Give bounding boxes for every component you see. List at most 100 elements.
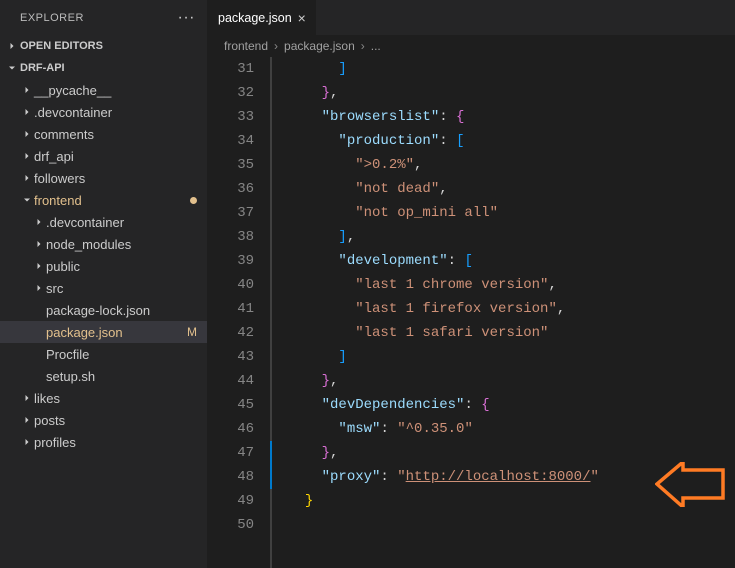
tree-folder[interactable]: drf_api <box>0 145 207 167</box>
chevron-right-icon <box>32 238 46 250</box>
line-number: 38 <box>208 225 254 249</box>
chevron-right-icon <box>4 40 20 52</box>
code-line[interactable]: "not op_mini all" <box>288 201 735 225</box>
tree-item-label: followers <box>34 171 207 186</box>
code-line[interactable]: "browserslist": { <box>288 105 735 129</box>
root-folder-section[interactable]: DRF-API <box>0 57 207 79</box>
code-content[interactable]: ] }, "browserslist": { "production": [ "… <box>270 57 735 568</box>
tree-item-label: Procfile <box>46 347 207 362</box>
tree-item-label: likes <box>34 391 207 406</box>
tree-folder[interactable]: __pycache__ <box>0 79 207 101</box>
chevron-right-icon <box>32 216 46 228</box>
tree-folder[interactable]: followers <box>0 167 207 189</box>
root-folder-name: DRF-API <box>20 62 65 74</box>
line-number: 44 <box>208 369 254 393</box>
chevron-right-icon <box>32 282 46 294</box>
tree-folder[interactable]: posts <box>0 409 207 431</box>
tree-item-label: public <box>46 259 207 274</box>
tree-item-label: comments <box>34 127 207 142</box>
chevron-right-icon <box>20 106 34 118</box>
tree-folder[interactable]: public <box>0 255 207 277</box>
code-line[interactable]: "proxy": "http://localhost:8000/" <box>288 465 735 489</box>
tree-folder[interactable]: .devcontainer <box>0 211 207 233</box>
chevron-right-icon <box>20 392 34 404</box>
modified-dot-icon <box>190 197 197 204</box>
tree-item-label: package-lock.json <box>46 303 207 318</box>
code-line[interactable]: "development": [ <box>288 249 735 273</box>
breadcrumb-seg[interactable]: package.json <box>284 39 355 53</box>
code-line[interactable]: }, <box>288 81 735 105</box>
tree-item-label: __pycache__ <box>34 83 207 98</box>
line-number: 47 <box>208 441 254 465</box>
tree-folder[interactable]: frontend <box>0 189 207 211</box>
code-line[interactable]: "msw": "^0.35.0" <box>288 417 735 441</box>
code-line[interactable]: ] <box>288 345 735 369</box>
line-number: 46 <box>208 417 254 441</box>
code-line[interactable]: }, <box>288 441 735 465</box>
code-line[interactable]: ">0.2%", <box>288 153 735 177</box>
tree-item-label: src <box>46 281 207 296</box>
open-editors-label: OPEN EDITORS <box>20 40 103 52</box>
tree-item-label: .devcontainer <box>34 105 207 120</box>
line-number: 49 <box>208 489 254 513</box>
close-icon[interactable]: × <box>298 10 306 26</box>
tab-label: package.json <box>218 11 292 25</box>
tree-item-label: posts <box>34 413 207 428</box>
tree-folder[interactable]: likes <box>0 387 207 409</box>
line-number: 39 <box>208 249 254 273</box>
code-line[interactable]: ], <box>288 225 735 249</box>
tree-file[interactable]: package.jsonM <box>0 321 207 343</box>
tree-file[interactable]: package-lock.json <box>0 299 207 321</box>
git-change-indicator <box>270 441 272 465</box>
line-gutter: 3132333435363738394041424344454647484950 <box>208 57 270 568</box>
tab-bar: package.json × <box>208 0 735 35</box>
tree-item-label: setup.sh <box>46 369 207 384</box>
line-number: 42 <box>208 321 254 345</box>
code-line[interactable]: "not dead", <box>288 177 735 201</box>
tree-item-label: .devcontainer <box>46 215 207 230</box>
tab-package-json[interactable]: package.json × <box>208 0 317 35</box>
code-line[interactable]: "last 1 safari version" <box>288 321 735 345</box>
tree-item-label: frontend <box>34 193 190 208</box>
code-line[interactable] <box>288 513 735 537</box>
tree-file[interactable]: setup.sh <box>0 365 207 387</box>
explorer-title: EXPLORER <box>20 12 84 24</box>
code-line[interactable]: }, <box>288 369 735 393</box>
code-line[interactable]: ] <box>288 57 735 81</box>
chevron-right-icon <box>32 260 46 272</box>
code-line[interactable]: "last 1 chrome version", <box>288 273 735 297</box>
line-number: 34 <box>208 129 254 153</box>
tree-file[interactable]: Procfile <box>0 343 207 365</box>
tree-folder[interactable]: profiles <box>0 431 207 453</box>
chevron-right-icon: › <box>274 39 278 53</box>
code-line[interactable]: "devDependencies": { <box>288 393 735 417</box>
line-number: 31 <box>208 57 254 81</box>
breadcrumb-seg[interactable]: frontend <box>224 39 268 53</box>
line-number: 32 <box>208 81 254 105</box>
breadcrumb[interactable]: frontend › package.json › ... <box>208 35 735 57</box>
file-tree: __pycache__ .devcontainer comments drf_apif… <box>0 79 207 568</box>
line-number: 36 <box>208 177 254 201</box>
line-number: 45 <box>208 393 254 417</box>
code-line[interactable]: "production": [ <box>288 129 735 153</box>
open-editors-section[interactable]: OPEN EDITORS <box>0 35 207 57</box>
line-number: 33 <box>208 105 254 129</box>
line-number: 35 <box>208 153 254 177</box>
tree-item-label: profiles <box>34 435 207 450</box>
line-number: 43 <box>208 345 254 369</box>
tree-item-label: node_modules <box>46 237 207 252</box>
code-line[interactable]: } <box>288 489 735 513</box>
line-number: 37 <box>208 201 254 225</box>
tree-item-label: drf_api <box>34 149 207 164</box>
tree-folder[interactable]: node_modules <box>0 233 207 255</box>
tree-folder[interactable]: src <box>0 277 207 299</box>
code-editor[interactable]: 3132333435363738394041424344454647484950… <box>208 57 735 568</box>
tree-folder[interactable]: comments <box>0 123 207 145</box>
chevron-right-icon: › <box>361 39 365 53</box>
chevron-right-icon <box>20 414 34 426</box>
line-number: 41 <box>208 297 254 321</box>
breadcrumb-seg[interactable]: ... <box>371 39 381 53</box>
explorer-more-icon[interactable]: ··· <box>178 10 195 26</box>
code-line[interactable]: "last 1 firefox version", <box>288 297 735 321</box>
tree-folder[interactable]: .devcontainer <box>0 101 207 123</box>
